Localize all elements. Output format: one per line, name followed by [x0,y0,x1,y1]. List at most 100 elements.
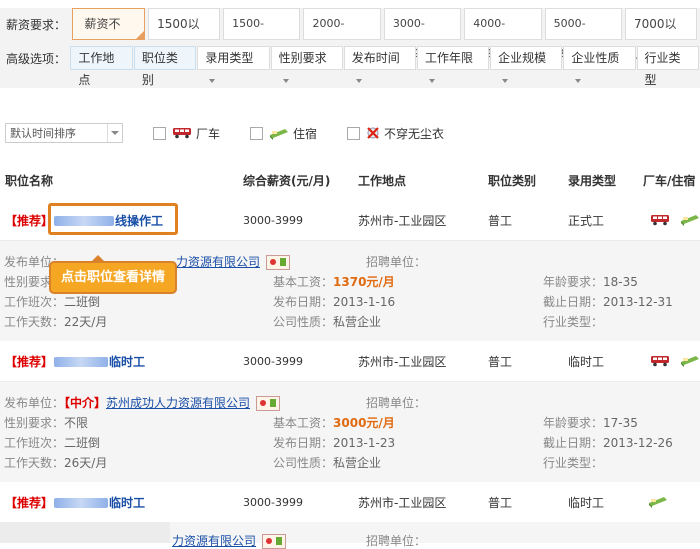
job-category: 普工 [488,495,513,510]
detail-date: 发布日期：2013-1-23 [273,436,396,450]
filter-bus-option[interactable]: 厂车 [123,125,220,142]
header-job-name: 职位名称 [5,173,54,188]
job-facilities [650,353,700,370]
blurred-text [54,357,109,367]
detail-date: 发布日期：2013-1-16 [273,295,396,309]
salary-filter-label: 薪资要求： [6,17,67,32]
dorm-checkbox[interactable] [250,126,264,140]
publisher-link[interactable]: 力资源有限公司 [176,255,260,269]
chevron-down-icon [107,124,122,142]
adv-option-location[interactable]: 工作地点 [70,46,133,87]
job-detail: 发布单位：【中介】苏州成功人力资源有限公司 招聘单位： 性别要求：不限 基本工资… [0,382,700,482]
detail-industry: 行业类型： [543,456,604,470]
job-title-link[interactable]: 【推荐】 临时工 [5,353,145,370]
detail-nature: 公司性质：私营企业 [273,456,382,470]
detail-industry: 行业类型： [543,315,604,329]
job-location: 苏州市-工业园区 [358,354,447,369]
dorm-icon [680,214,699,226]
blurred-text [54,498,109,508]
detail-days: 工作天数：22天/月 [4,315,108,329]
adv-option-hire-type[interactable]: 录用类型 [197,46,270,83]
no-dust-suit-label: 不穿无尘衣 [384,126,445,141]
job-title-highlight [48,203,178,235]
detail-base-salary: 基本工资：1370元/月 [273,275,395,289]
dorm-icon [269,126,289,140]
detail-recruiter: 招聘单位： [366,255,427,269]
bus-checkbox[interactable] [153,126,166,140]
filter-dorm-option[interactable]: 住宿 [220,125,317,142]
no-dust-suit-checkbox[interactable] [347,126,361,140]
job-title-link[interactable]: 【推荐】 临时工 [5,494,145,511]
advanced-filter-row: 高级选项： 工作地点 职位类别 录用类型 性别要求 发布时间 工作年限 企业规模… [0,46,700,87]
dorm-icon [649,496,667,508]
table-row[interactable]: 【推荐】 临时工 3000-3999 苏州市-工业园区 普工 临时工 [0,483,700,521]
detail-publisher: 力资源有限公司 [172,532,287,549]
job-salary: 3000-3999 [243,495,303,509]
salary-option-4000-4999[interactable]: 4000-4999 [464,8,542,60]
detail-recruiter: 招聘单位： [366,396,427,410]
dropdown-arrow-icon [282,78,289,83]
job-hire-type: 临时工 [568,354,605,369]
dropdown-arrow-icon [575,78,582,83]
job-category: 普工 [488,213,513,228]
salary-option-below-1500[interactable]: 1500以下 [148,8,221,61]
salary-option-1500-1999[interactable]: 1500-1999 [223,8,301,60]
salary-option-2000-2999[interactable]: 2000-2999 [303,8,381,60]
detail-publisher: 发布单位：【中介】苏州成功人力资源有限公司 [4,394,281,411]
job-location: 苏州市-工业园区 [358,495,447,510]
bus-icon [651,355,669,366]
header-salary: 综合薪资(元/月) [243,173,331,188]
publisher-link[interactable]: 苏州成功人力资源有限公司 [106,396,250,410]
sort-bar: 默认时间排序 厂车 住宿 不穿无尘衣 [0,120,700,146]
certified-icon [256,396,281,411]
adv-option-industry[interactable]: 行业类型 [636,46,700,87]
salary-filter-row: 薪资要求： 薪资不限 1500以下 1500-1999 2000-2999 30… [0,8,700,61]
adv-option-publish-time[interactable]: 发布时间 [343,46,416,83]
detail-recruiter: 招聘单位： [366,534,427,548]
dropdown-arrow-icon [502,78,509,83]
job-location: 苏州市-工业园区 [358,213,447,228]
table-row[interactable]: 【推荐】 临时工 3000-3999 苏州市-工业园区 普工 临时工 [0,342,700,380]
dropdown-arrow-icon [428,78,435,83]
detail-nature: 公司性质：私营企业 [273,315,382,329]
no-dust-suit-icon [366,126,380,140]
detail-deadline: 截止日期：2013-12-26 [543,436,673,450]
detail-shift: 工作班次：二班倒 [4,295,101,309]
detail-age: 年龄要求：17-35 [543,416,638,430]
job-salary: 3000-3999 [243,354,303,368]
bus-label: 厂车 [196,126,221,141]
adv-option-company-size[interactable]: 企业规模 [490,46,563,83]
advanced-options: 工作地点 职位类别 录用类型 性别要求 发布时间 工作年限 企业规模 企业性质 … [70,46,700,87]
dropdown-arrow-icon [209,78,216,83]
job-hire-type: 临时工 [568,495,605,510]
job-salary: 3000-3999 [243,213,303,227]
certified-icon [266,255,291,270]
table-header: 职位名称 综合薪资(元/月) 工作地点 职位类别 录用类型 厂车/住宿 [0,166,700,194]
detail-age: 年龄要求：18-35 [543,275,638,289]
selected-corner-icon [136,31,145,39]
header-hire-type: 录用类型 [568,173,617,188]
adv-option-category[interactable]: 职位类别 [133,46,197,87]
header-facility: 厂车/住宿 [643,173,696,188]
publisher-link[interactable]: 力资源有限公司 [172,534,256,548]
job-category: 普工 [488,354,513,369]
adv-option-experience[interactable]: 工作年限 [416,46,490,83]
detail-base-salary: 基本工资：3000元/月 [273,416,395,430]
detail-deadline: 截止日期：2013-12-31 [543,295,673,309]
salary-option-3000-3999[interactable]: 3000-3999 [383,8,462,60]
adv-option-gender[interactable]: 性别要求 [270,46,343,83]
detail-gender: 性别要求：不限 [4,416,89,430]
salary-option-above-7000[interactable]: 7000以上 [624,8,697,61]
adv-option-company-nature[interactable]: 企业性质 [563,46,636,83]
dorm-icon [680,355,699,367]
salary-option-5000-6999[interactable]: 5000-6999 [544,8,622,60]
salary-options: 薪资不限 1500以下 1500-1999 2000-2999 3000-399… [71,8,700,61]
sort-select[interactable]: 默认时间排序 [5,123,123,143]
filter-no-dust-suit-option[interactable]: 不穿无尘衣 [317,125,444,142]
detail-shift: 工作班次：二班倒 [4,436,101,450]
job-hire-type: 正式工 [568,213,605,228]
detail-days: 工作天数：26天/月 [4,456,108,470]
salary-option-any[interactable]: 薪资不限 [71,8,146,61]
dorm-label: 住宿 [293,126,318,141]
bus-icon [651,214,669,225]
